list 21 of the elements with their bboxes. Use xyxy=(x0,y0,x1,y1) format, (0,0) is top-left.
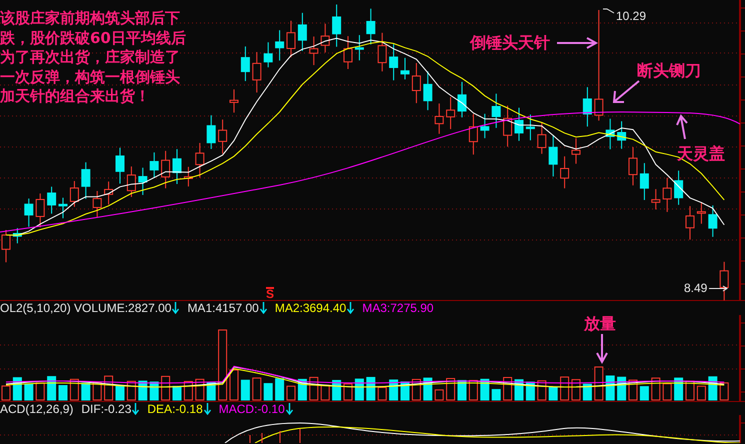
callout-arrow xyxy=(611,79,641,105)
leader-line xyxy=(603,8,615,14)
indicator-value: ACD(12,26,9) xyxy=(0,402,74,416)
indicator-value: MACD:-0.10 xyxy=(218,402,285,416)
callout-label: 断头铡刀 xyxy=(637,62,701,80)
indicator-value: MA3:7275.90 xyxy=(362,301,434,315)
low-price-label: 8.49 xyxy=(684,282,708,295)
indicator-value: MA1:4157.00 xyxy=(187,301,259,315)
annotation-text: 该股庄家前期构筑头部后下 跌，股价跌破60日平均线后 为了再次出货，庄家制造了 一次反弹，构筑一根倒锤头 加天针的组合来出货！ xyxy=(0,9,186,106)
callout-arrow xyxy=(555,36,600,50)
callout-label: 天灵盖 xyxy=(677,145,725,163)
indicator-value: MA2:3694.40 xyxy=(274,301,346,315)
indicator-value: OL2(5,10,20) VOLUME:2827.00 xyxy=(0,301,172,315)
indicator-value: DIF:-0.23 xyxy=(81,402,132,416)
indicator-value: DEA:-0.18 xyxy=(147,402,203,416)
callout-label: 倒锤头天针 xyxy=(470,34,550,52)
leader-arrow xyxy=(709,285,729,292)
callout-arrow xyxy=(676,114,690,140)
callout-label: 放量 xyxy=(584,315,616,333)
high-price-label: 10.29 xyxy=(616,10,646,23)
callout-arrow xyxy=(596,334,608,364)
